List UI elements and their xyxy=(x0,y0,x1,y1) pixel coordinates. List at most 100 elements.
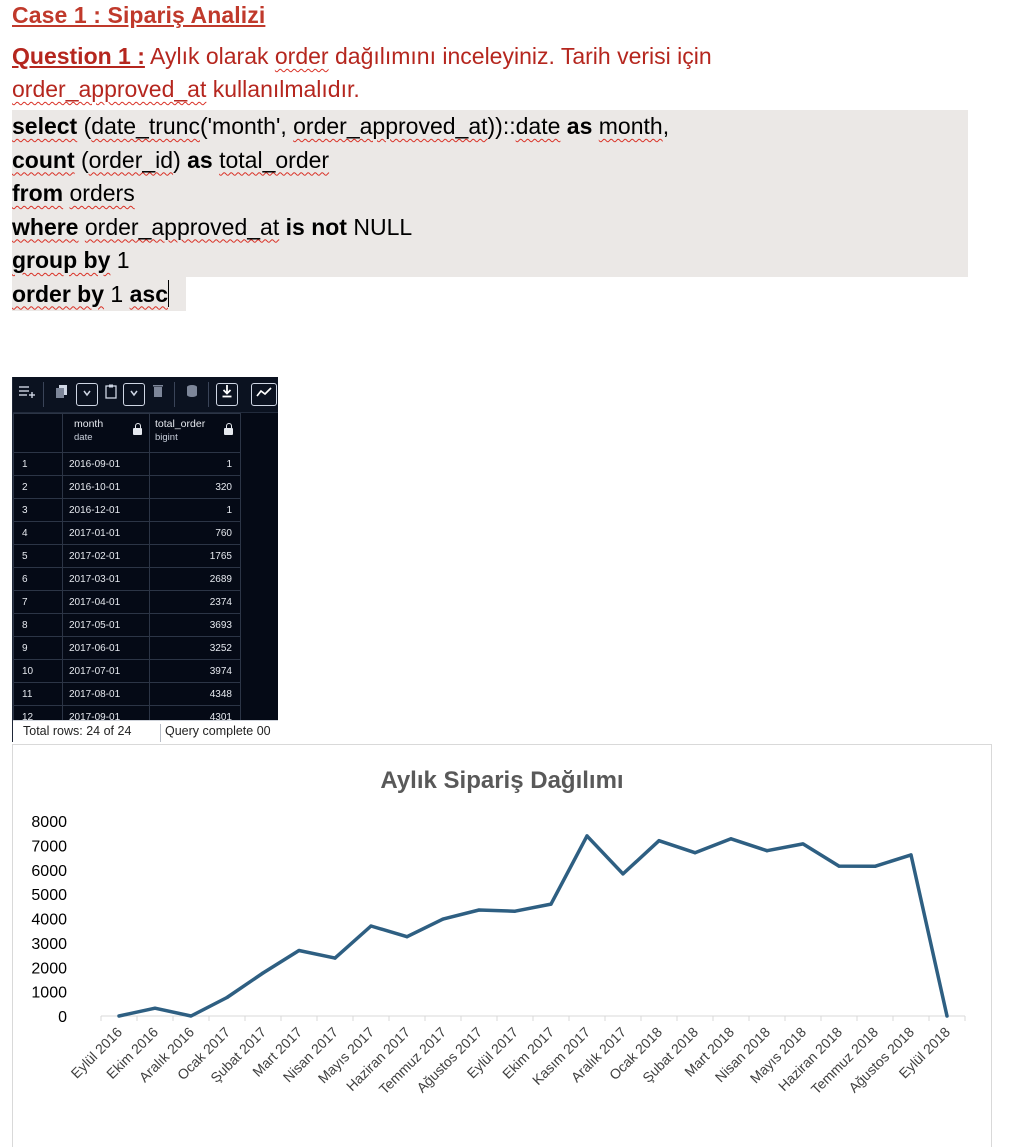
sql-text: , xyxy=(662,113,670,139)
save-data-icon[interactable] xyxy=(181,383,203,406)
sql-text: ) xyxy=(173,146,188,173)
column-name: total_order xyxy=(155,418,206,430)
cell-total-order[interactable]: 3974 xyxy=(149,659,241,683)
data-point xyxy=(873,864,877,868)
cell-month[interactable]: 2016-10-01 xyxy=(62,475,150,499)
cell-total-order[interactable]: 1765 xyxy=(149,544,241,568)
sql-keyword: is not xyxy=(279,213,347,240)
question-part: Aylık olarak xyxy=(144,43,275,69)
data-point xyxy=(585,834,589,838)
cell-month[interactable]: 2016-12-01 xyxy=(62,498,150,522)
add-row-icon[interactable] xyxy=(16,383,38,406)
sql-type: date xyxy=(515,113,561,139)
cell-total-order[interactable]: 2689 xyxy=(149,567,241,591)
sql-line-5: group by 1 xyxy=(12,244,669,278)
sql-keyword: where xyxy=(12,213,79,240)
cell-month[interactable]: 2017-03-01 xyxy=(62,567,150,591)
data-point xyxy=(189,1014,193,1018)
sql-text: ( xyxy=(74,146,89,173)
row-number[interactable]: 9 xyxy=(13,636,63,660)
paste-icon[interactable] xyxy=(100,383,122,406)
series-line xyxy=(117,834,949,1018)
chevron-down-icon[interactable] xyxy=(76,383,98,406)
table-row[interactable]: 10 2017-07-01 3974 xyxy=(13,659,241,683)
sql-code-block[interactable]: select (date_trunc('month', order_approv… xyxy=(12,110,968,311)
table-row[interactable]: 8 2017-05-01 3693 xyxy=(13,613,241,637)
delete-icon[interactable] xyxy=(147,383,169,406)
data-point xyxy=(549,902,553,906)
table-row[interactable]: 1 2016-09-01 1 xyxy=(13,452,241,476)
table-row[interactable]: 11 2017-08-01 4348 xyxy=(13,682,241,706)
case-title: Case 1 : Sipariş Analizi xyxy=(12,2,266,28)
chart-container[interactable]: Aylık Sipariş Dağılımı 0 1000 2000 3000 4000 5… xyxy=(12,744,992,1147)
sql-text: ( xyxy=(77,113,92,139)
cell-total-order[interactable]: 760 xyxy=(149,521,241,545)
row-number-header[interactable] xyxy=(13,413,63,453)
row-number[interactable]: 7 xyxy=(13,590,63,614)
download-icon[interactable] xyxy=(216,383,238,406)
row-number[interactable]: 11 xyxy=(13,682,63,706)
sql-text: )):: xyxy=(487,113,516,139)
row-number[interactable]: 4 xyxy=(13,521,63,545)
sql-column: order_approved_at xyxy=(293,113,488,139)
y-tick-label: 2000 xyxy=(31,960,67,977)
graph-icon[interactable] xyxy=(251,383,277,406)
table-row[interactable]: 3 2016-12-01 1 xyxy=(13,498,241,522)
result-table: month date total_order bigint 1 2016-09-0… xyxy=(13,413,241,729)
table-row[interactable]: 7 2017-04-01 2374 xyxy=(13,590,241,614)
table-row[interactable]: 4 2017-01-01 760 xyxy=(13,521,241,545)
chevron-down-icon[interactable] xyxy=(123,383,145,406)
table-row[interactable]: 6 2017-03-01 2689 xyxy=(13,567,241,591)
lock-icon xyxy=(133,423,142,435)
data-point xyxy=(909,853,913,857)
row-number[interactable]: 2 xyxy=(13,475,63,499)
y-tick-label: 3000 xyxy=(31,936,67,953)
cell-total-order[interactable]: 320 xyxy=(149,475,241,499)
data-point xyxy=(441,917,445,921)
question-text: Question 1 : Aylık olarak order dağılımı… xyxy=(12,40,972,106)
table-row[interactable]: 5 2017-02-01 1765 xyxy=(13,544,241,568)
data-point xyxy=(477,908,481,912)
row-number[interactable]: 1 xyxy=(13,452,63,476)
data-point xyxy=(117,1014,121,1018)
row-number[interactable]: 10 xyxy=(13,659,63,683)
row-number[interactable]: 8 xyxy=(13,613,63,637)
sql-column: order_approved_at xyxy=(84,213,280,240)
data-point xyxy=(801,842,805,846)
row-number[interactable]: 6 xyxy=(13,567,63,591)
sql-alias: total_order xyxy=(219,146,330,173)
cell-total-order[interactable]: 3693 xyxy=(149,613,241,637)
query-status: Query complete 00 xyxy=(165,724,271,738)
row-number[interactable]: 5 xyxy=(13,544,63,568)
cell-month[interactable]: 2017-02-01 xyxy=(62,544,150,568)
table-row[interactable]: 9 2017-06-01 3252 xyxy=(13,636,241,660)
data-point xyxy=(729,837,733,841)
sql-function: date_trunc xyxy=(91,113,200,139)
sql-keyword: group by xyxy=(12,247,111,273)
cell-month[interactable]: 2017-01-01 xyxy=(62,521,150,545)
cell-month[interactable]: 2017-08-01 xyxy=(62,682,150,706)
cell-month[interactable]: 2016-09-01 xyxy=(62,452,150,476)
spell-error-word: order_approved_at xyxy=(12,76,207,102)
status-bar: Total rows: 24 of 24 Query complete 00 xyxy=(13,720,278,742)
cell-month[interactable]: 2017-06-01 xyxy=(62,636,150,660)
cell-total-order[interactable]: 1 xyxy=(149,452,241,476)
table-row[interactable]: 2 2016-10-01 320 xyxy=(13,475,241,499)
cell-total-order[interactable]: 3252 xyxy=(149,636,241,660)
cell-total-order[interactable]: 4348 xyxy=(149,682,241,706)
row-number[interactable]: 3 xyxy=(13,498,63,522)
cell-total-order[interactable]: 1 xyxy=(149,498,241,522)
cell-total-order[interactable]: 2374 xyxy=(149,590,241,614)
copy-icon[interactable] xyxy=(51,383,73,406)
question-part: kullanılmalıdır. xyxy=(206,76,360,102)
cell-month[interactable]: 2017-05-01 xyxy=(62,613,150,637)
data-point xyxy=(657,839,661,843)
spell-error-word: order xyxy=(274,43,329,69)
cell-month[interactable]: 2017-04-01 xyxy=(62,590,150,614)
column-header-total-order[interactable]: total_order bigint xyxy=(149,413,241,453)
cell-month[interactable]: 2017-07-01 xyxy=(62,659,150,683)
data-point xyxy=(693,851,697,855)
sql-keyword: count xyxy=(12,146,75,173)
column-header-month[interactable]: month date xyxy=(62,413,150,453)
sql-keyword: as xyxy=(560,113,599,139)
